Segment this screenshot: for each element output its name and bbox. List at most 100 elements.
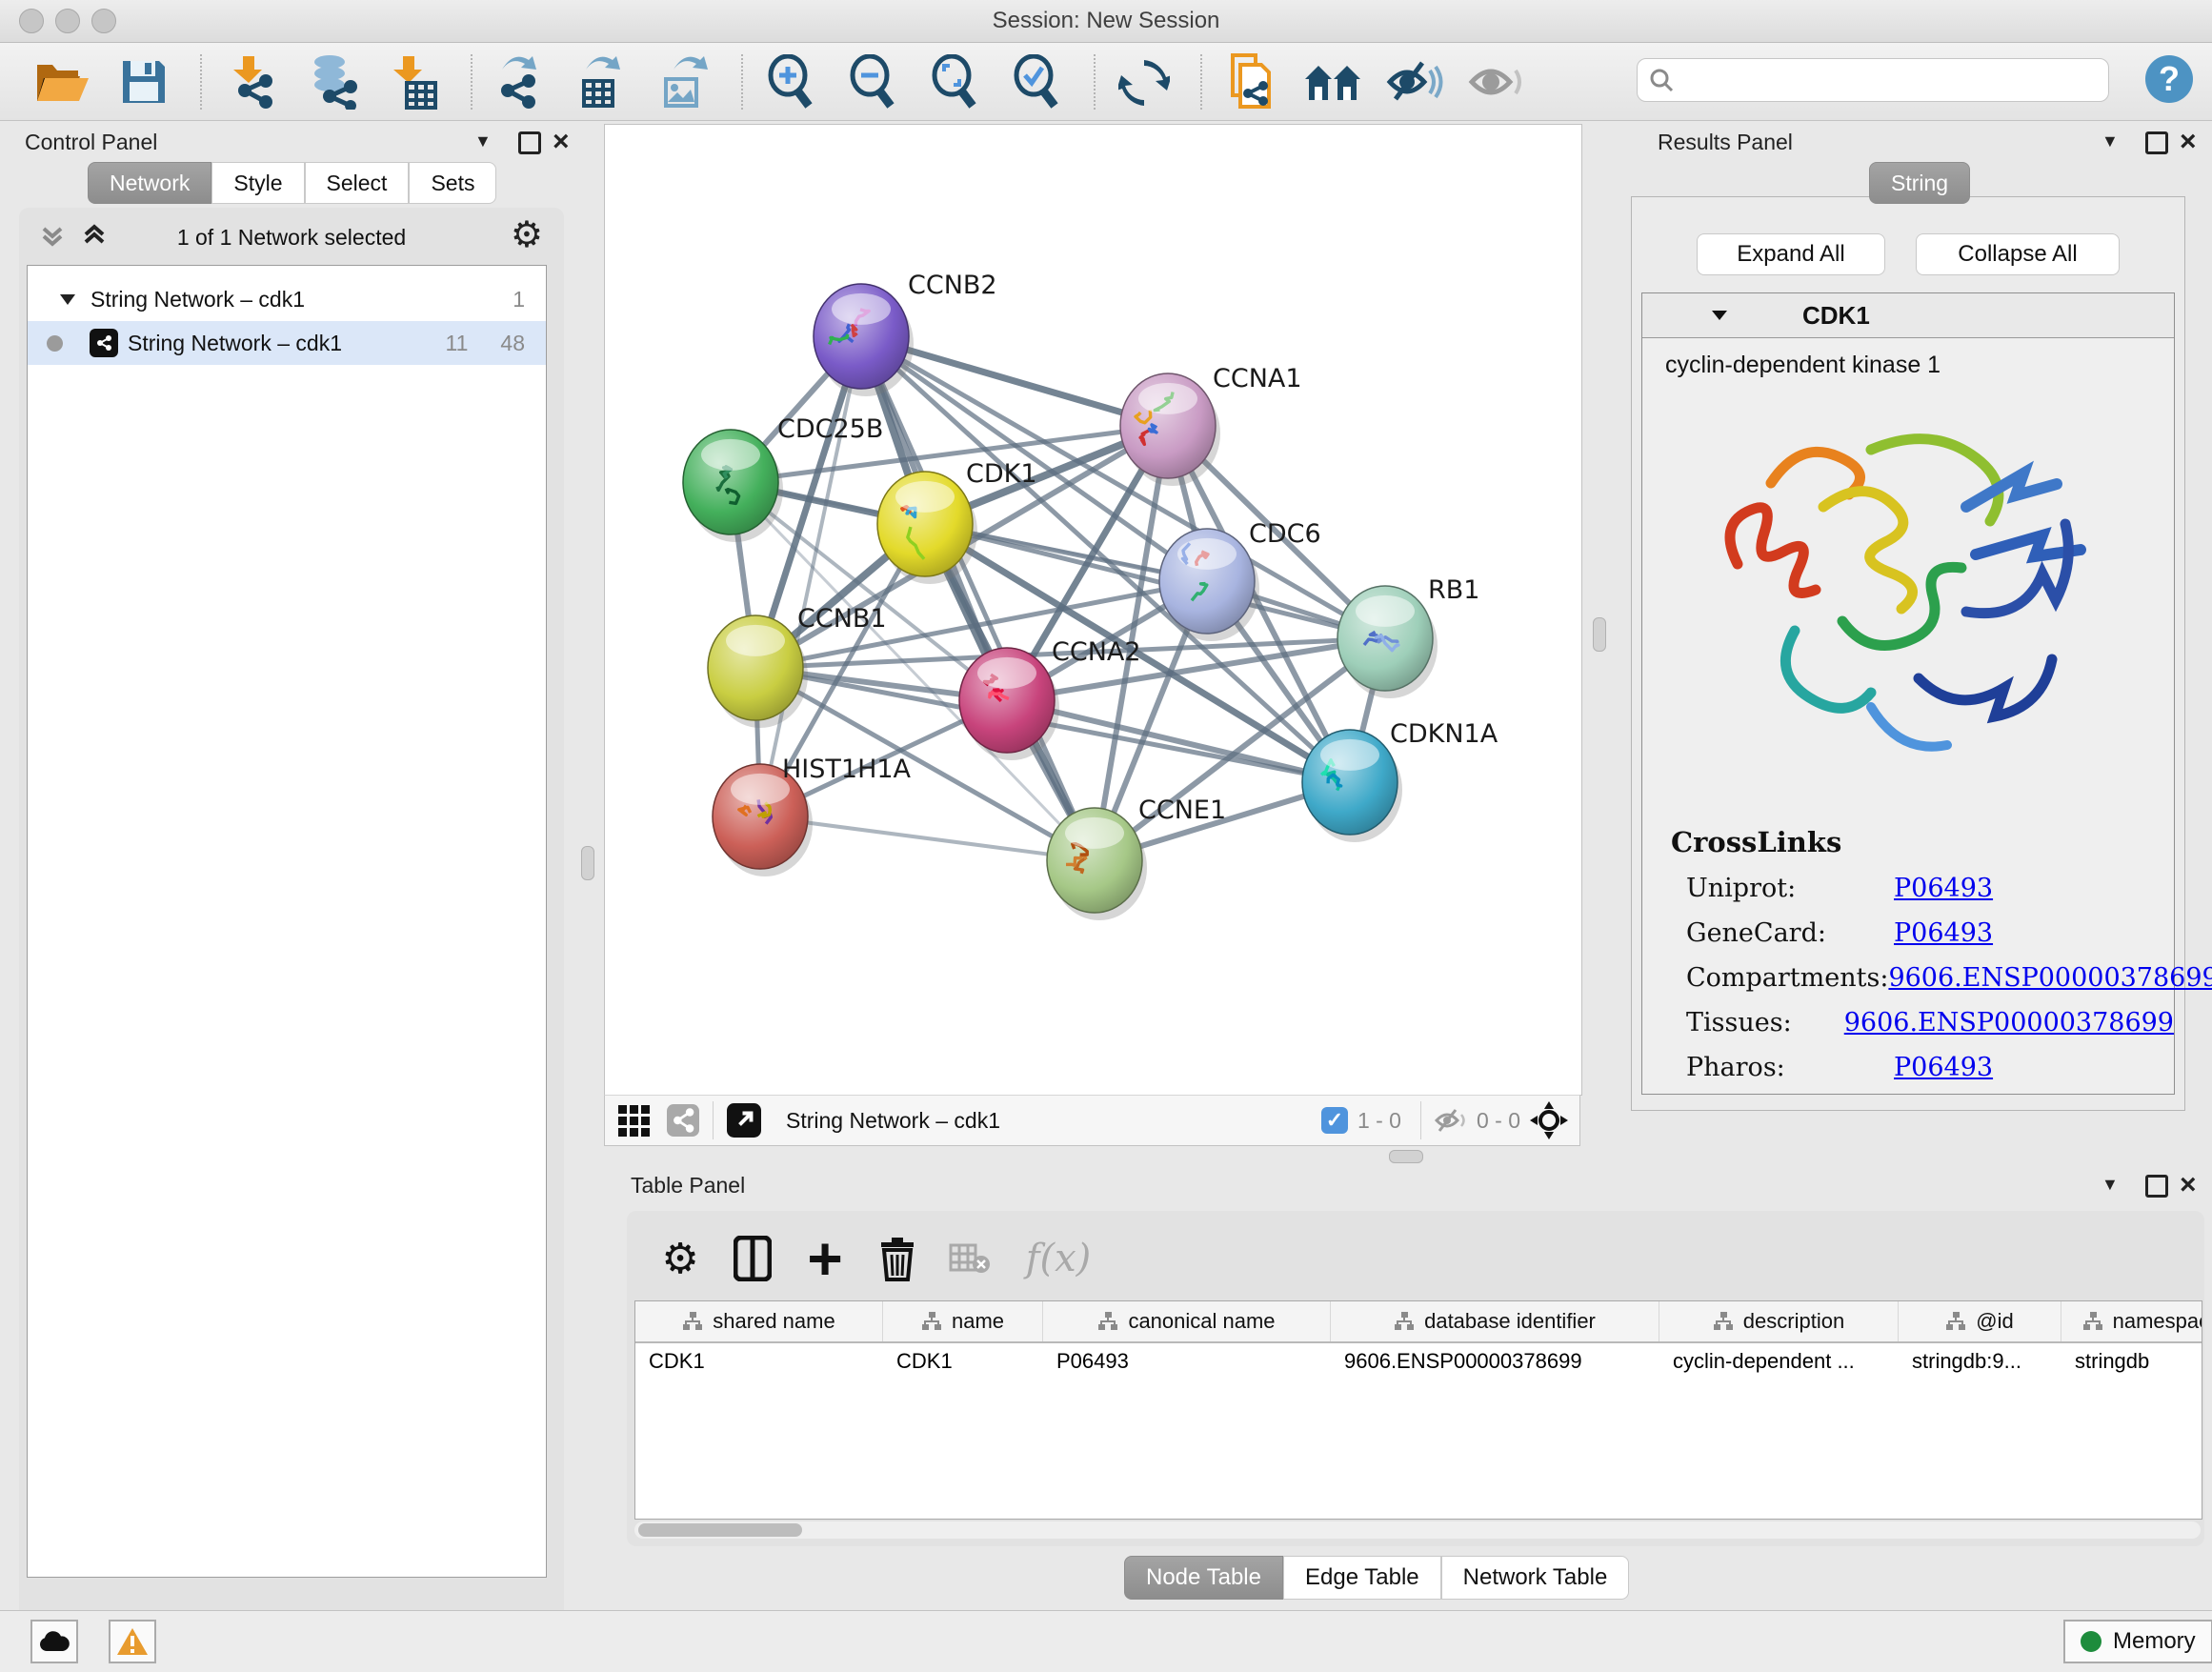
column-header-description[interactable]: description — [1659, 1301, 1899, 1341]
table-cell[interactable]: stringdb:9... — [1899, 1343, 2061, 1381]
table-panel-float-icon[interactable] — [2145, 1175, 2168, 1198]
table-scrollbar-thumb[interactable] — [638, 1523, 802, 1537]
expand-all-button[interactable]: Expand All — [1697, 233, 1885, 275]
control-panel-close-icon[interactable]: × — [553, 126, 570, 158]
node-CCNE1[interactable] — [1047, 808, 1147, 920]
network-options-gear-icon[interactable]: ⚙ — [511, 213, 543, 255]
window-title: Session: New Session — [0, 8, 2212, 34]
tab-edge-table[interactable]: Edge Table — [1283, 1556, 1441, 1600]
card-collapse-triangle-icon[interactable] — [1711, 309, 1728, 322]
control-panel-collapse-icon[interactable]: ▼ — [474, 131, 492, 151]
node-CCNB2[interactable] — [814, 284, 914, 396]
tab-network[interactable]: Network — [88, 162, 211, 204]
crosslink-row: Pharos:P06493 — [1671, 1053, 2174, 1082]
results-panel-collapse-icon[interactable]: ▼ — [2101, 131, 2119, 151]
results-panel-float-icon[interactable] — [2145, 131, 2168, 154]
crosslink-link[interactable]: P06493 — [1894, 1053, 1993, 1082]
column-header-name[interactable]: name — [883, 1301, 1043, 1341]
export-network-button[interactable] — [492, 52, 551, 111]
help-button[interactable]: ? — [2145, 55, 2193, 103]
center-view-crosshair-icon[interactable] — [1530, 1101, 1568, 1139]
share-network-icon[interactable] — [667, 1104, 699, 1137]
zoom-fit-button[interactable] — [926, 52, 985, 111]
network-graph[interactable]: CCNB2CCNA1CDC25BCDK1CDC6RB1CCNB1CCNA2CDK… — [605, 125, 1581, 1095]
table-panel-close-icon[interactable]: × — [2180, 1169, 2197, 1201]
zoom-out-button[interactable] — [844, 52, 903, 111]
table-cell[interactable]: P06493 — [1043, 1343, 1331, 1381]
protein-card-cdk1: CDK1 cyclin-dependent kinase 1 CrossLink… — [1641, 292, 2175, 1095]
canvas-results-divider-grip[interactable] — [1593, 617, 1606, 652]
node-RB1[interactable] — [1337, 586, 1438, 698]
node-table[interactable]: shared namenamecanonical namedatabase id… — [634, 1300, 2202, 1520]
import-table-button[interactable] — [385, 52, 444, 111]
network-search-input[interactable] — [1637, 58, 2109, 102]
canvas-table-divider-grip[interactable] — [1389, 1150, 1423, 1163]
delete-column-trash-icon[interactable] — [871, 1232, 924, 1285]
table-cell[interactable]: stringdb — [2061, 1343, 2202, 1381]
control-panel-float-icon[interactable] — [518, 131, 541, 154]
table-cell[interactable]: cyclin-dependent ... — [1659, 1343, 1899, 1381]
table-horizontal-scrollbar[interactable] — [634, 1521, 2201, 1539]
import-network-database-button[interactable] — [303, 52, 362, 111]
crosslink-link[interactable]: 9606.ENSP00000378699 — [1888, 963, 2212, 993]
tab-style[interactable]: Style — [211, 162, 304, 204]
table-cell[interactable]: CDK1 — [883, 1343, 1043, 1381]
column-header-canonical-name[interactable]: canonical name — [1043, 1301, 1331, 1341]
tab-network-table[interactable]: Network Table — [1441, 1556, 1630, 1600]
memory-button[interactable]: Memory — [2063, 1620, 2212, 1663]
results-panel-close-icon[interactable]: × — [2180, 126, 2197, 158]
table-cell[interactable]: 9606.ENSP00000378699 — [1331, 1343, 1659, 1381]
node-CDKN1A[interactable] — [1302, 730, 1402, 842]
tab-select[interactable]: Select — [305, 162, 410, 204]
crosslink-link[interactable]: P06493 — [1894, 874, 1993, 903]
node-CCNA2[interactable] — [959, 648, 1059, 760]
status-bar: Memory — [0, 1610, 2212, 1672]
tab-sets[interactable]: Sets — [409, 162, 496, 204]
column-header-namespace[interactable]: namespace — [2061, 1301, 2202, 1341]
automation-cloud-button[interactable] — [30, 1620, 78, 1663]
houses-icon — [1303, 58, 1362, 106]
table-options-gear-icon[interactable]: ⚙ — [654, 1232, 707, 1285]
column-header-shared-name[interactable]: shared name — [635, 1301, 883, 1341]
crosslink-link[interactable]: 9606.ENSP00000378699 — [1844, 1008, 2174, 1037]
birdseye-grid-icon[interactable] — [618, 1105, 650, 1137]
control-canvas-divider-grip[interactable] — [581, 846, 594, 880]
column-header-database-identifier[interactable]: database identifier — [1331, 1301, 1659, 1341]
show-all-button[interactable] — [1467, 52, 1526, 111]
tree-expander-icon[interactable] — [58, 292, 77, 307]
tab-string[interactable]: String — [1869, 162, 1970, 204]
crosslink-link[interactable]: P06493 — [1894, 918, 1993, 948]
show-columns-icon[interactable] — [726, 1232, 779, 1285]
network-collection-row[interactable]: String Network – cdk1 1 — [28, 277, 546, 321]
export-table-button[interactable] — [573, 52, 633, 111]
node-CDK1[interactable] — [877, 472, 977, 584]
table-cell[interactable]: CDK1 — [635, 1343, 883, 1381]
first-neighbors-button[interactable] — [1303, 52, 1362, 111]
zoom-in-button[interactable] — [762, 52, 821, 111]
node-CDC25B[interactable] — [683, 430, 783, 542]
table-panel-collapse-icon[interactable]: ▼ — [2101, 1175, 2119, 1195]
open-session-button[interactable] — [32, 52, 91, 111]
selected-checkbox-icon[interactable]: ✓ — [1321, 1107, 1348, 1134]
network-canvas[interactable]: CCNB2CCNA1CDC25BCDK1CDC6RB1CCNB1CCNA2CDK… — [604, 124, 1582, 1096]
protein-card-header[interactable]: CDK1 — [1642, 293, 2174, 338]
detach-view-icon[interactable] — [727, 1103, 761, 1138]
column-header-@id[interactable]: @id — [1899, 1301, 2061, 1341]
tab-node-table[interactable]: Node Table — [1124, 1556, 1283, 1600]
create-column-plus-icon[interactable]: + — [798, 1232, 852, 1285]
collapse-all-button[interactable]: Collapse All — [1916, 233, 2120, 275]
hide-selected-button[interactable] — [1385, 52, 1444, 111]
edge-CCNB2-HIST1H1A[interactable] — [760, 336, 861, 816]
string-results-container: Expand All Collapse All CDK1 cyclin-depe… — [1631, 196, 2185, 1111]
zoom-selected-button[interactable] — [1008, 52, 1067, 111]
apply-layout-button[interactable] — [1115, 52, 1174, 111]
network-row-selected[interactable]: String Network – cdk1 11 48 — [28, 321, 546, 365]
clone-network-button[interactable] — [1221, 52, 1280, 111]
warnings-button[interactable] — [109, 1620, 156, 1663]
column-tree-icon — [2082, 1312, 2103, 1331]
node-CCNA1[interactable] — [1120, 373, 1220, 486]
save-session-button[interactable] — [114, 52, 173, 111]
table-row[interactable]: CDK1CDK1P064939606.ENSP00000378699cyclin… — [635, 1343, 2202, 1381]
export-image-button[interactable] — [655, 52, 714, 111]
import-network-file-button[interactable] — [221, 52, 280, 111]
